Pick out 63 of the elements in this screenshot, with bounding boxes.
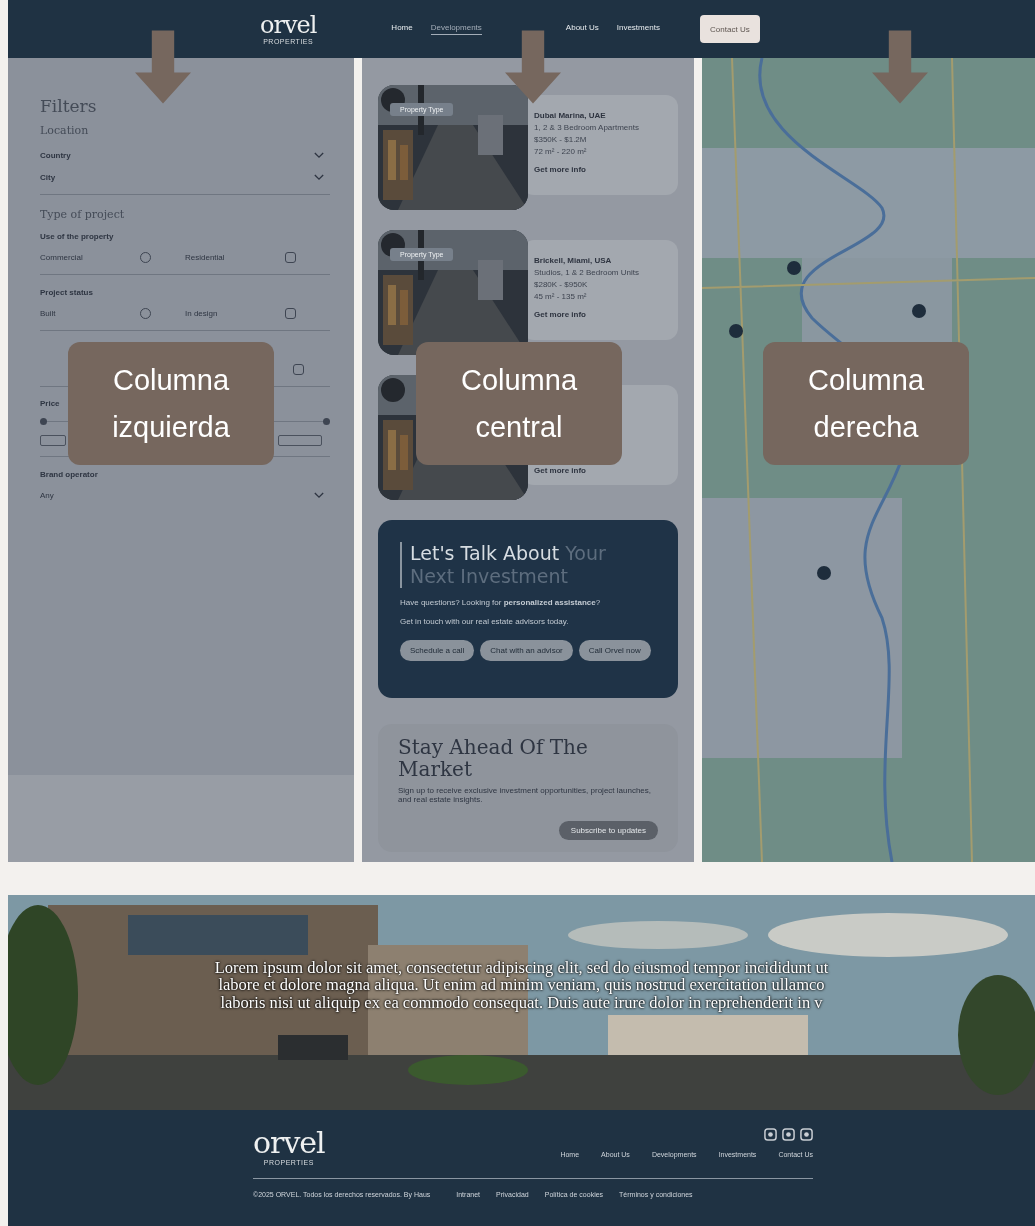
option-label: Residential [185,252,226,262]
slider-handle[interactable] [40,417,47,425]
checkbox[interactable] [285,251,296,263]
cta-text: Have questions? Looking for personalized assistance? [400,597,602,607]
more-info-link[interactable]: Get more info [534,310,666,319]
nav-link[interactable]: Home [391,23,413,35]
newsletter-heading: Stay Ahead Of The Market [398,736,589,780]
nav-link[interactable]: Investments [616,23,660,35]
cta-text: Get in touch with our real estate advisors today. [400,616,570,626]
listing-detail: $280K - $950K [534,280,589,289]
social-icon[interactable] [764,1128,777,1141]
banner-text: labore et dolore magna aliqua. Ut enim ad minim veniam, quis nostrud exercitation ullamco [218,976,825,994]
annotation-label: Columna derecha [763,342,969,465]
nav-link[interactable]: Developments [430,23,482,35]
filters-title: Filters [40,96,98,118]
listing-title: Dubai Marina, UAE [534,111,607,120]
checkbox[interactable] [285,307,296,319]
listing-detail: Studios, 1 & 2 Bedroom Units [534,268,640,277]
listing-detail: $350K - $1.2M [534,135,588,144]
cta-heading: Let's Talk About Your Next Investment [400,542,656,588]
banner-text: Lorem ipsum dolor sit amet, consectetur adipiscing elit, sed do eiusmod tempor incididunt ut [214,959,829,977]
slider-handle[interactable] [323,417,330,425]
annotation-label: Columna izquierda [68,342,274,465]
more-info-link[interactable]: Get more info [534,165,666,174]
logo-text[interactable]: orvel [260,13,317,37]
section-heading: Type of project [40,206,126,223]
listing-detail: 72 m² - 220 m² [534,147,588,156]
checkbox[interactable] [293,363,304,375]
logo-text[interactable]: orvel [253,1128,325,1158]
price-input[interactable] [40,434,66,446]
nav-link[interactable]: About Us [565,23,599,35]
chevron-down-icon [314,491,324,499]
annotation-label: Columna central [416,342,622,465]
listing-title: Brickell, Miami, USA [534,256,613,265]
select-field[interactable]: Country [40,144,330,166]
contact-option-button[interactable]: Chat with an advisor [480,639,573,661]
price-input[interactable] [278,434,322,446]
chevron-down-icon [314,173,324,181]
option-label: In design [185,308,219,318]
section-heading: Location [40,124,90,139]
social-icon[interactable] [800,1128,813,1141]
option-label: Built [40,308,57,318]
down-arrow-icon [505,28,561,106]
chevron-down-icon [314,151,324,159]
newsletter-text: Sign up to receive exclusive investment opportunities, project launches, and real estate insights. [398,786,653,804]
group-label: Use of the property [40,230,115,243]
contact-button[interactable]: Contact Us [699,15,760,43]
select-field[interactable]: City [40,166,330,188]
option-label: Commercial [40,252,84,262]
contact-option-button[interactable]: Schedule a call [400,639,475,661]
group-label: Price [40,397,61,410]
social-icon[interactable] [782,1128,795,1141]
down-arrow-icon [872,28,928,106]
listing-detail: 45 m² - 135 m² [534,292,588,301]
subscribe-button[interactable]: Subscribe to updates [558,821,658,840]
group-label: Project status [40,286,94,299]
contact-option-button[interactable]: Call Orvel now [578,639,651,661]
down-arrow-icon [135,28,191,106]
banner-text: laboris nisi ut aliquip ex ea commodo consequat. Duis aute irure dolor in reprehenderit in v [220,993,823,1011]
select-field[interactable]: Any [40,484,330,506]
group-label: Brand operator [40,468,99,481]
listing-detail: 1, 2 & 3 Bedroom Apartments [534,123,640,132]
more-info-link[interactable]: Get more info [534,466,666,475]
